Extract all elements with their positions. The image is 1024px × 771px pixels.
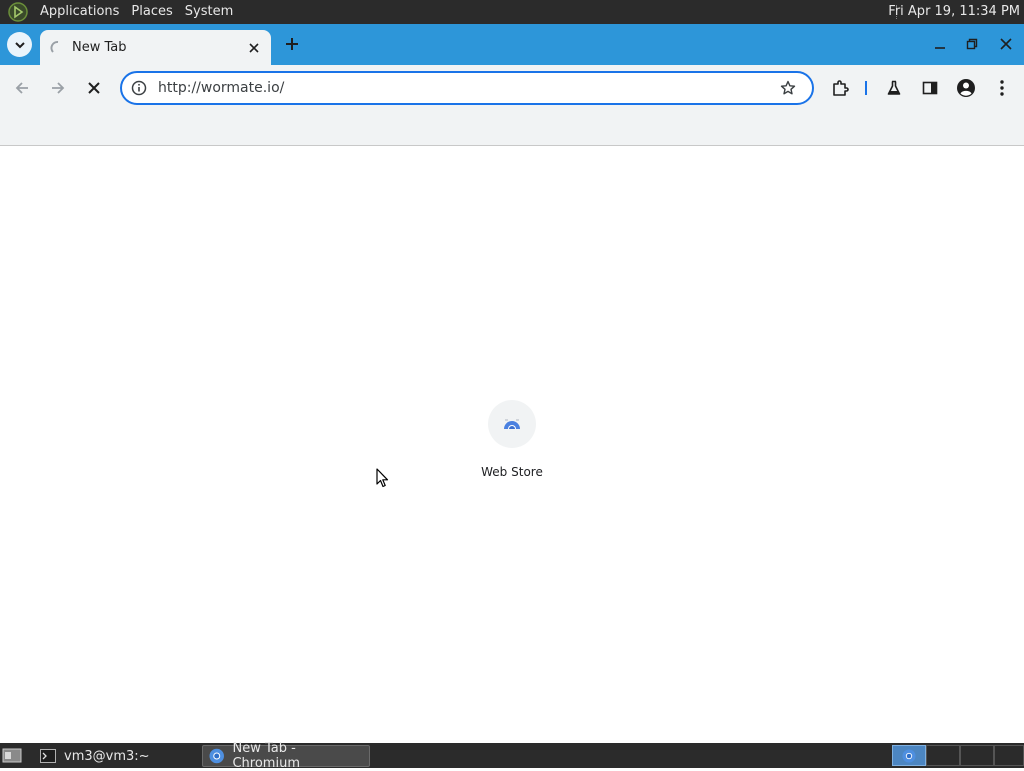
close-icon [88, 82, 100, 94]
arrow-right-icon [52, 82, 65, 94]
places-menu[interactable]: Places [125, 0, 178, 24]
clock[interactable]: Fri Apr 19, 11:34 PM [882, 0, 1020, 24]
minimize-button[interactable] [930, 34, 950, 54]
puzzle-icon [833, 80, 849, 96]
shortcut-web-store[interactable]: Web Store [472, 400, 552, 484]
tab-new-tab[interactable]: New Tab [40, 30, 271, 65]
workspace-1[interactable] [892, 745, 926, 766]
tab-strip: New Tab [0, 24, 1024, 65]
terminal-icon [40, 749, 56, 763]
back-button[interactable] [10, 76, 34, 100]
tab-close-button[interactable] [245, 39, 263, 57]
show-desktop-icon[interactable] [2, 747, 22, 764]
account-circle-icon [957, 79, 975, 97]
tab-search-button[interactable] [7, 32, 32, 57]
workspace-2[interactable] [926, 745, 960, 766]
side-panel-icon [922, 81, 938, 95]
close-icon [1000, 38, 1012, 50]
applications-menu[interactable]: Applications [34, 0, 125, 24]
page-content: Web Store [0, 146, 1024, 743]
bookmark-star-button[interactable] [778, 78, 798, 98]
bookmarks-bar [0, 111, 1024, 146]
forward-button[interactable] [46, 76, 70, 100]
gnome-foot-logo-icon[interactable] [8, 2, 28, 22]
tab-title: New Tab [72, 40, 127, 55]
site-info-button[interactable] [130, 79, 148, 97]
taskbar-item-terminal[interactable]: vm3@vm3:~ [34, 745, 156, 767]
top-panel: Applications Places System Fri Apr 19, 1… [0, 0, 1024, 24]
plus-icon [286, 38, 298, 50]
taskbar-item-label: New Tab - Chromium [232, 741, 300, 771]
toolbar-divider [865, 81, 867, 95]
chromium-icon [209, 748, 224, 764]
url-input[interactable] [158, 80, 778, 96]
mouse-pointer-icon [376, 468, 389, 488]
chevron-down-icon [14, 41, 25, 48]
bottom-panel: vm3@vm3:~ New Tab - Chromium [0, 741, 1024, 771]
restore-button[interactable] [962, 34, 982, 54]
system-menu[interactable]: System [179, 0, 239, 24]
loading-spinner-icon [50, 40, 59, 53]
taskbar-item-chromium[interactable]: New Tab - Chromium [202, 741, 370, 771]
web-store-icon [504, 419, 520, 429]
address-bar[interactable] [120, 71, 814, 105]
more-vert-icon [1000, 80, 1004, 96]
minimize-icon [935, 47, 945, 49]
flask-icon [887, 80, 901, 95]
menu-button[interactable] [991, 77, 1013, 99]
profile-button[interactable] [955, 77, 977, 99]
workspace-4[interactable] [994, 745, 1024, 766]
close-icon [249, 42, 259, 53]
new-tab-button[interactable] [281, 33, 303, 55]
chromium-icon [902, 749, 916, 763]
extensions-button[interactable] [829, 77, 851, 99]
restore-icon [966, 38, 978, 50]
info-icon [131, 80, 147, 96]
stop-loading-button[interactable] [82, 76, 106, 100]
shortcut-label: Web Store [481, 465, 543, 479]
close-window-button[interactable] [996, 34, 1016, 54]
shortcut-tile [488, 400, 536, 448]
arrow-left-icon [15, 82, 28, 94]
star-icon [780, 80, 796, 95]
workspace-3[interactable] [960, 745, 994, 766]
browser-toolbar [0, 65, 1024, 111]
labs-button[interactable] [883, 77, 905, 99]
side-panel-button[interactable] [919, 77, 941, 99]
taskbar-item-label: vm3@vm3:~ [64, 748, 150, 764]
